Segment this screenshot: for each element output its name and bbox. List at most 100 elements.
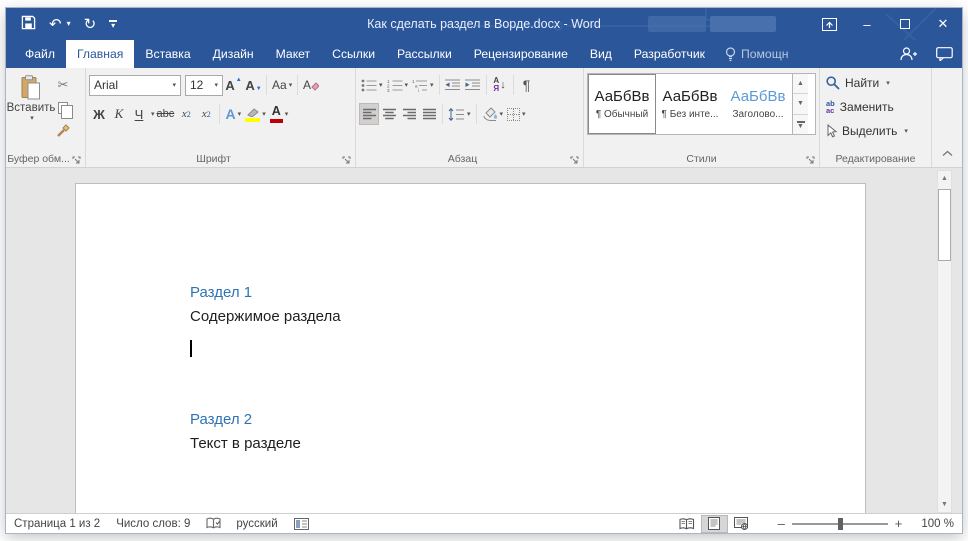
tell-me-box[interactable]: Помощн <box>716 40 797 68</box>
tab-file[interactable]: Файл <box>14 40 66 68</box>
document-page[interactable]: Раздел 1 Содержимое раздела Раздел 2 Тек… <box>75 183 866 513</box>
zoom-slider[interactable] <box>792 523 888 525</box>
line-spacing-button[interactable]: ▾ <box>446 103 473 125</box>
collapse-ribbon-icon[interactable] <box>942 144 953 162</box>
scroll-up-icon[interactable]: ▲ <box>938 171 951 186</box>
bullets-button[interactable]: ▾ <box>359 74 385 96</box>
show-formatting-marks-button[interactable]: ¶ <box>517 74 537 96</box>
text-effects-button[interactable]: А▾ <box>223 103 243 125</box>
input-indicator-icon[interactable] <box>294 518 309 530</box>
styles-scroll-up-icon[interactable]: ▲ <box>793 74 808 94</box>
align-right-button[interactable] <box>399 103 419 125</box>
paste-button[interactable]: Вставить ▾ <box>9 73 53 149</box>
select-button[interactable]: Выделить ▾ <box>826 121 928 140</box>
italic-button[interactable]: К <box>109 103 129 125</box>
customize-qat-button[interactable]: ▾ <box>109 20 117 28</box>
doc-caret-line[interactable] <box>190 340 825 360</box>
doc-heading-2[interactable]: Раздел 2 <box>190 410 825 429</box>
paste-dropdown-icon[interactable]: ▾ <box>30 114 34 122</box>
replace-button[interactable]: ab ac Заменить <box>826 97 928 116</box>
page-number-status[interactable]: Страница 1 из 2 <box>14 518 100 530</box>
shrink-font-button[interactable]: A▼ <box>243 74 263 96</box>
sort-button[interactable]: АЯ ↓ <box>490 74 510 96</box>
clear-formatting-button[interactable]: A <box>301 74 321 96</box>
style-card-normal[interactable]: АаБбВв ¶ Обычный <box>588 74 656 134</box>
status-bar: Страница 1 из 2 Число слов: 9 русский – … <box>6 513 962 533</box>
superscript-button[interactable]: x2 <box>196 103 216 125</box>
vertical-scrollbar[interactable]: ▲ ▼ <box>937 170 952 513</box>
font-dialog-launcher[interactable] <box>341 153 352 164</box>
zoom-out-button[interactable]: – <box>771 516 792 531</box>
font-color-button[interactable]: А ▾ <box>268 103 291 125</box>
tab-mailings[interactable]: Рассылки <box>386 40 463 68</box>
web-layout-button[interactable] <box>728 515 755 533</box>
tab-review[interactable]: Рецензирование <box>463 40 579 68</box>
maximize-button[interactable] <box>886 8 924 40</box>
grow-font-button[interactable]: A▲ <box>223 74 243 96</box>
ribbon: Вставить ▾ ✂ Буфер обм... Arial ▾ <box>6 68 962 168</box>
proofing-status-icon[interactable] <box>206 517 222 530</box>
share-icon[interactable] <box>890 40 926 68</box>
tab-home[interactable]: Главная <box>66 40 134 68</box>
numbering-button[interactable]: 123 ▾ <box>385 74 411 96</box>
scrollbar-track[interactable] <box>938 186 951 497</box>
shading-button[interactable]: ▾ <box>480 103 506 125</box>
tab-references[interactable]: Ссылки <box>321 40 386 68</box>
highlight-color-button[interactable]: ▾ <box>243 103 268 125</box>
minimize-button[interactable]: – <box>848 8 886 40</box>
change-case-button[interactable]: Aa▾ <box>270 74 294 96</box>
doc-paragraph-2[interactable]: Текст в разделе <box>190 434 825 454</box>
zoom-percentage[interactable]: 100 % <box>921 518 954 530</box>
font-size-combo[interactable]: 12 ▾ <box>185 75 223 96</box>
styles-group-label: Стили <box>584 153 819 165</box>
cut-button[interactable]: ✂ <box>53 76 73 94</box>
close-button[interactable]: ✕ <box>924 8 962 40</box>
doc-heading-1[interactable]: Раздел 1 <box>190 283 825 302</box>
print-layout-button[interactable] <box>701 515 728 533</box>
language-status[interactable]: русский <box>236 518 277 530</box>
style-card-heading1[interactable]: АаБбВв Заголово... <box>724 74 792 134</box>
scrollbar-thumb[interactable] <box>938 189 951 261</box>
tab-insert[interactable]: Вставка <box>134 40 201 68</box>
cursor-arrow-icon <box>826 124 837 138</box>
increase-indent-button[interactable] <box>463 74 483 96</box>
redo-button[interactable]: ↻ <box>84 17 97 32</box>
save-icon[interactable] <box>21 15 36 33</box>
zoom-slider-thumb[interactable] <box>838 518 843 530</box>
clipboard-dialog-launcher[interactable] <box>71 153 82 164</box>
ribbon-display-options-icon[interactable] <box>810 8 848 40</box>
strikethrough-button[interactable]: abc <box>155 103 177 125</box>
copy-button[interactable] <box>53 99 73 117</box>
subscript-button[interactable]: x2 <box>176 103 196 125</box>
styles-dialog-launcher[interactable] <box>805 153 816 164</box>
paragraph-dialog-launcher[interactable] <box>569 153 580 164</box>
multilevel-list-button[interactable]: 1ai ▾ <box>410 74 436 96</box>
bold-button[interactable]: Ж <box>89 103 109 125</box>
tab-layout[interactable]: Макет <box>265 40 322 68</box>
numbering-icon: 123 <box>387 79 403 92</box>
doc-paragraph-1[interactable]: Содержимое раздела <box>190 307 825 327</box>
styles-scroll-down-icon[interactable]: ▼ <box>793 94 808 114</box>
font-name-combo[interactable]: Arial ▾ <box>89 75 181 96</box>
undo-button[interactable]: ↶ <box>49 17 62 32</box>
find-button[interactable]: Найти ▾ <box>826 73 928 92</box>
borders-button[interactable]: ▾ <box>505 103 528 125</box>
tab-view[interactable]: Вид <box>579 40 623 68</box>
undo-dropdown-icon[interactable]: ▾ <box>67 20 71 28</box>
word-count-status[interactable]: Число слов: 9 <box>116 518 190 530</box>
styles-more-icon[interactable]: ▼ <box>793 115 808 134</box>
zoom-in-button[interactable]: + <box>888 516 910 531</box>
feedback-icon[interactable] <box>926 40 962 68</box>
style-card-no-spacing[interactable]: АаБбВв ¶ Без инте... <box>656 74 724 134</box>
align-left-button[interactable] <box>359 103 379 125</box>
read-mode-button[interactable] <box>674 515 701 533</box>
tab-developer[interactable]: Разработчик <box>623 40 716 68</box>
tab-design[interactable]: Дизайн <box>202 40 265 68</box>
align-center-button[interactable] <box>379 103 399 125</box>
clear-formatting-icon: A <box>303 78 319 92</box>
scroll-down-icon[interactable]: ▼ <box>938 497 951 512</box>
underline-button[interactable]: Ч <box>129 103 149 125</box>
format-painter-button[interactable] <box>53 122 73 140</box>
decrease-indent-button[interactable] <box>443 74 463 96</box>
justify-button[interactable] <box>419 103 439 125</box>
